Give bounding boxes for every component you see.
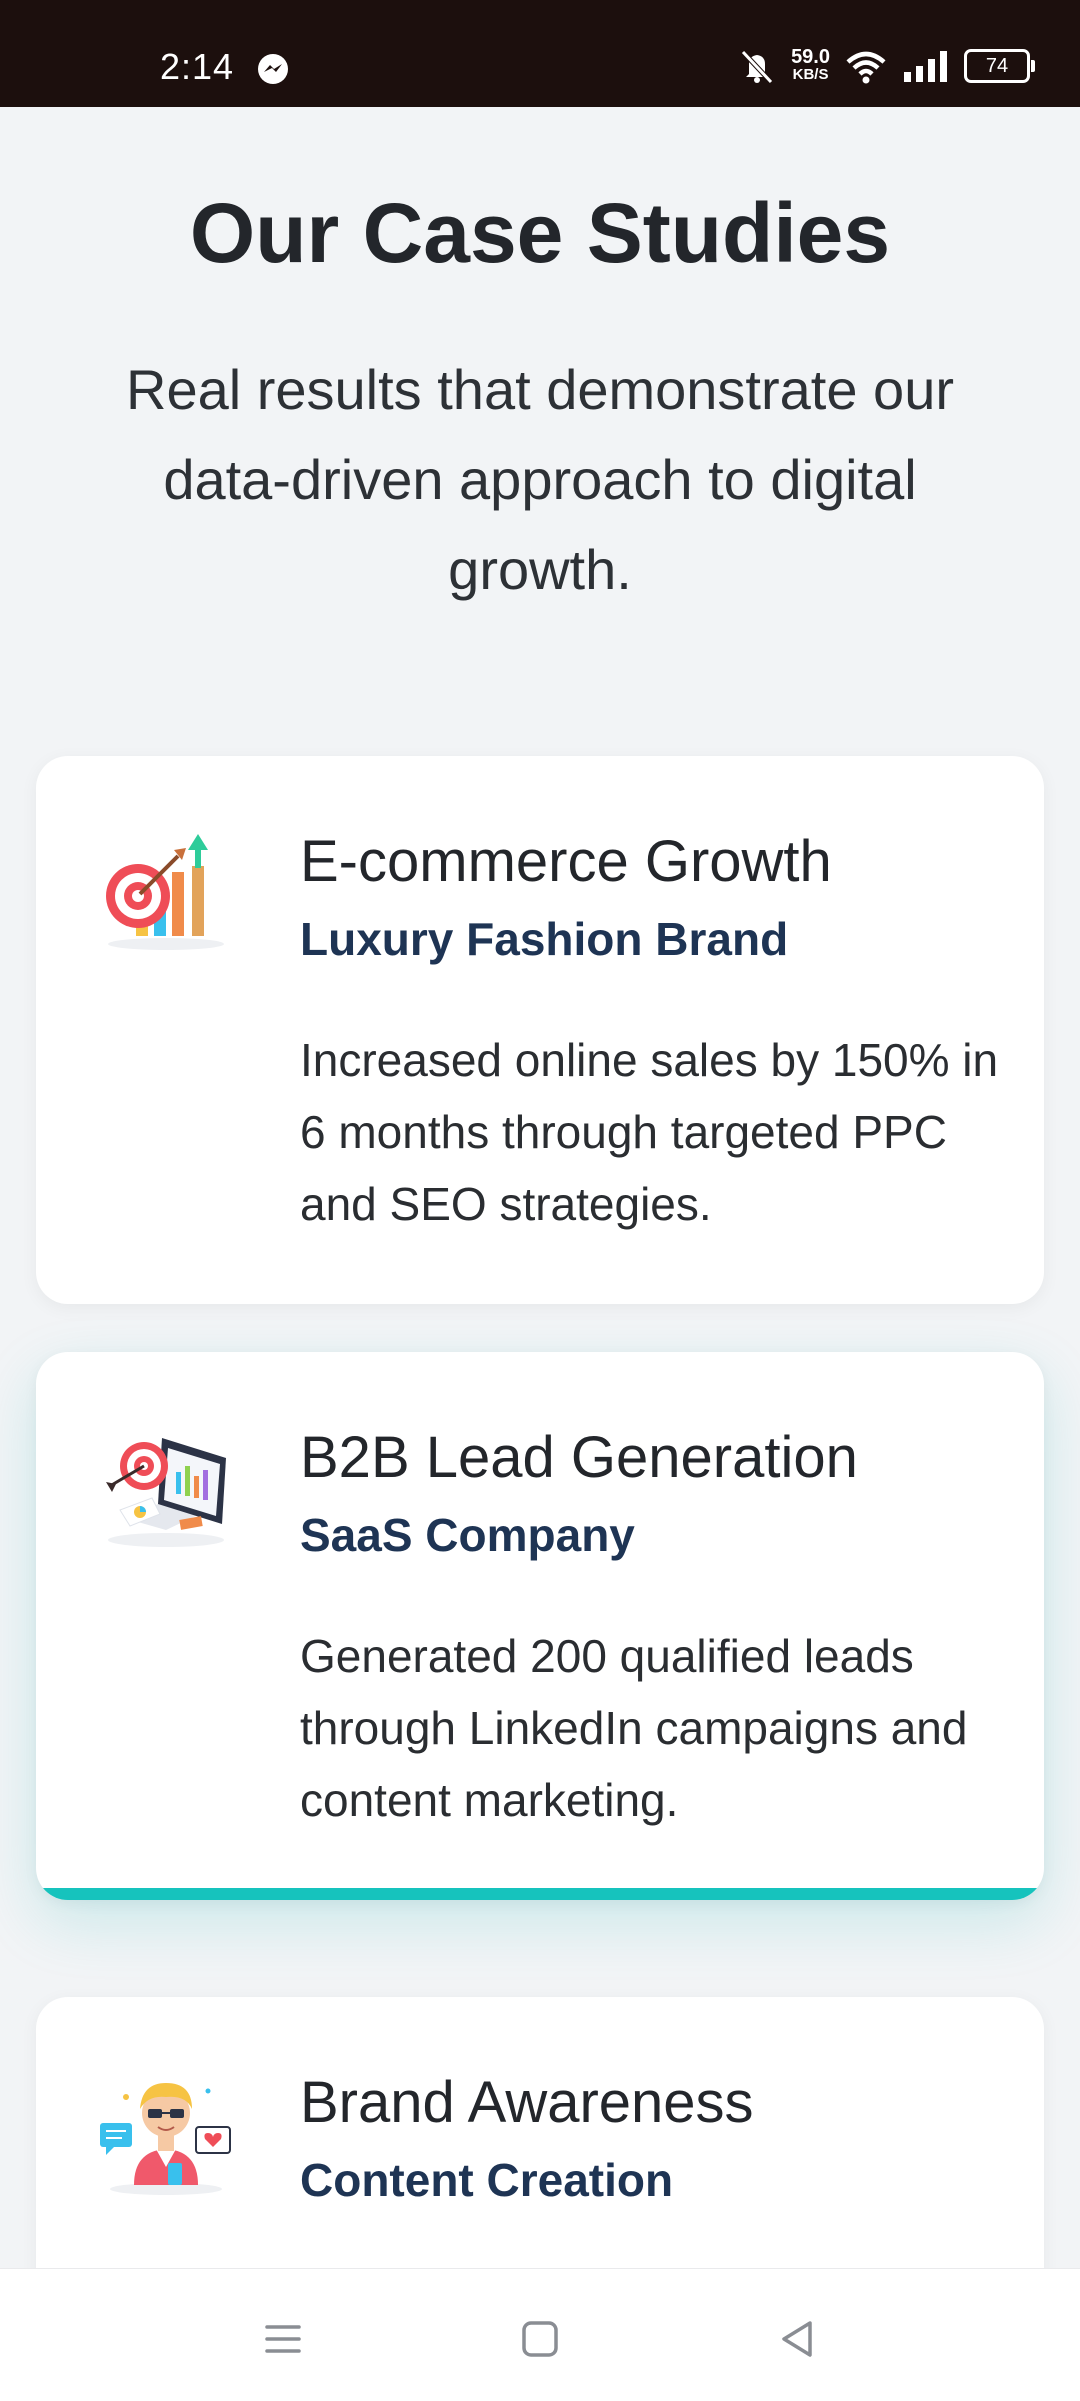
battery-icon: 74	[964, 49, 1035, 83]
card-accent-bar	[36, 1888, 1044, 1900]
messenger-icon	[258, 54, 288, 84]
case-study-card-b2b[interactable]: B2B Lead Generation SaaS Company Generat…	[36, 1352, 1044, 1900]
back-icon[interactable]	[768, 2309, 828, 2369]
case-study-card-ecommerce[interactable]: E-commerce Growth Luxury Fashion Brand I…	[36, 756, 1044, 1304]
lead-generation-icon	[106, 1438, 226, 1547]
page-subtitle: Real results that demonstrate our data-d…	[126, 358, 954, 601]
wifi-icon	[846, 51, 886, 84]
card-title: B2B Lead Generation	[300, 1425, 858, 1490]
signal-icon	[904, 51, 947, 82]
status-bar: 2:14 59.0 KB/S 74	[0, 0, 1080, 107]
brand-awareness-icon	[100, 2083, 231, 2195]
card-description: Increased online sales by 150% in 6 mont…	[300, 1034, 999, 1230]
target-growth-icon	[106, 834, 224, 950]
net-speed: 59.0 KB/S	[791, 46, 830, 83]
page-title: Our Case Studies	[189, 186, 891, 280]
card-description: Generated 200 qualified leads through Li…	[300, 1630, 968, 1826]
home-icon[interactable]	[510, 2309, 570, 2369]
card-subtitle: Luxury Fashion Brand	[300, 913, 789, 965]
navigation-bar	[0, 2268, 1080, 2401]
card-title: E-commerce Growth	[300, 829, 832, 894]
card-subtitle: Content Creation	[300, 2154, 674, 2206]
menu-icon[interactable]	[253, 2309, 313, 2369]
status-icons: 59.0 KB/S 74	[737, 46, 1035, 86]
mute-icon	[741, 50, 773, 84]
card-title: Brand Awareness	[300, 2070, 754, 2135]
status-time: 2:14	[160, 46, 235, 87]
card-subtitle: SaaS Company	[300, 1509, 635, 1561]
